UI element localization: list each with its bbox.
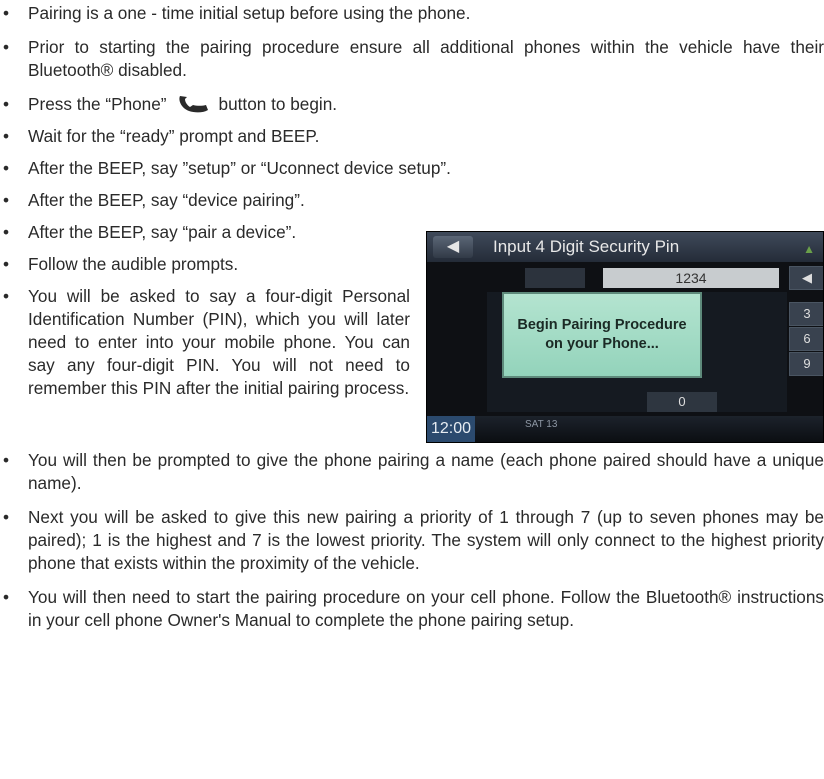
- list-item-text: Press the “Phone”: [28, 94, 167, 114]
- screen-bottom-bar: [427, 416, 823, 442]
- date: SAT 13: [525, 419, 558, 430]
- list-item-text: Pairing is a one - time initial setup be…: [28, 3, 471, 23]
- list-item: After the BEEP, say “device pairing”.: [0, 189, 824, 212]
- list-item-text: Wait for the “ready” prompt and BEEP.: [28, 126, 320, 146]
- list-item: ◀ Input 4 Digit Security Pin ▲ 1234 ◀ 3 …: [0, 221, 824, 443]
- list-item: Pairing is a one - time initial setup be…: [0, 2, 824, 25]
- list-item: You will then need to start the pairing …: [0, 586, 824, 632]
- list-item-text: After the BEEP, say “device pairing”.: [28, 190, 305, 210]
- list-item: Next you will be asked to give this new …: [0, 506, 824, 575]
- instruction-list: Pairing is a one - time initial setup be…: [0, 2, 824, 632]
- phone-icon: [177, 94, 211, 114]
- list-item-text: Next you will be asked to give this new …: [28, 507, 824, 573]
- list-item: You will then be prompted to give the ph…: [0, 449, 824, 495]
- list-item-text: You will then be prompted to give the ph…: [28, 450, 824, 493]
- list-item: Wait for the “ready” prompt and BEEP.: [0, 125, 824, 148]
- list-item-text: Follow the audible prompts.: [28, 254, 239, 274]
- list-item: Press the “Phone” button to begin.: [0, 93, 824, 116]
- list-item: Follow the audible prompts.: [0, 253, 824, 276]
- list-item-text: button to begin.: [218, 94, 338, 114]
- clock: 12:00: [427, 416, 475, 442]
- list-item-text: After the BEEP, say “pair a device”.: [28, 222, 297, 242]
- list-item: You will be asked to say a four-digit Pe…: [0, 285, 824, 400]
- manual-page: Pairing is a one - time initial setup be…: [0, 2, 824, 779]
- list-item-text: You will then need to start the pairing …: [28, 587, 824, 630]
- list-item: Prior to starting the pairing procedure …: [0, 36, 824, 82]
- list-item: After the BEEP, say ”setup” or “Uconnect…: [0, 157, 824, 180]
- list-item-text: After the BEEP, say ”setup” or “Uconnect…: [28, 158, 451, 178]
- list-item-text: You will be asked to say a four-digit Pe…: [28, 286, 410, 398]
- list-item-text: Prior to starting the pairing procedure …: [28, 37, 824, 80]
